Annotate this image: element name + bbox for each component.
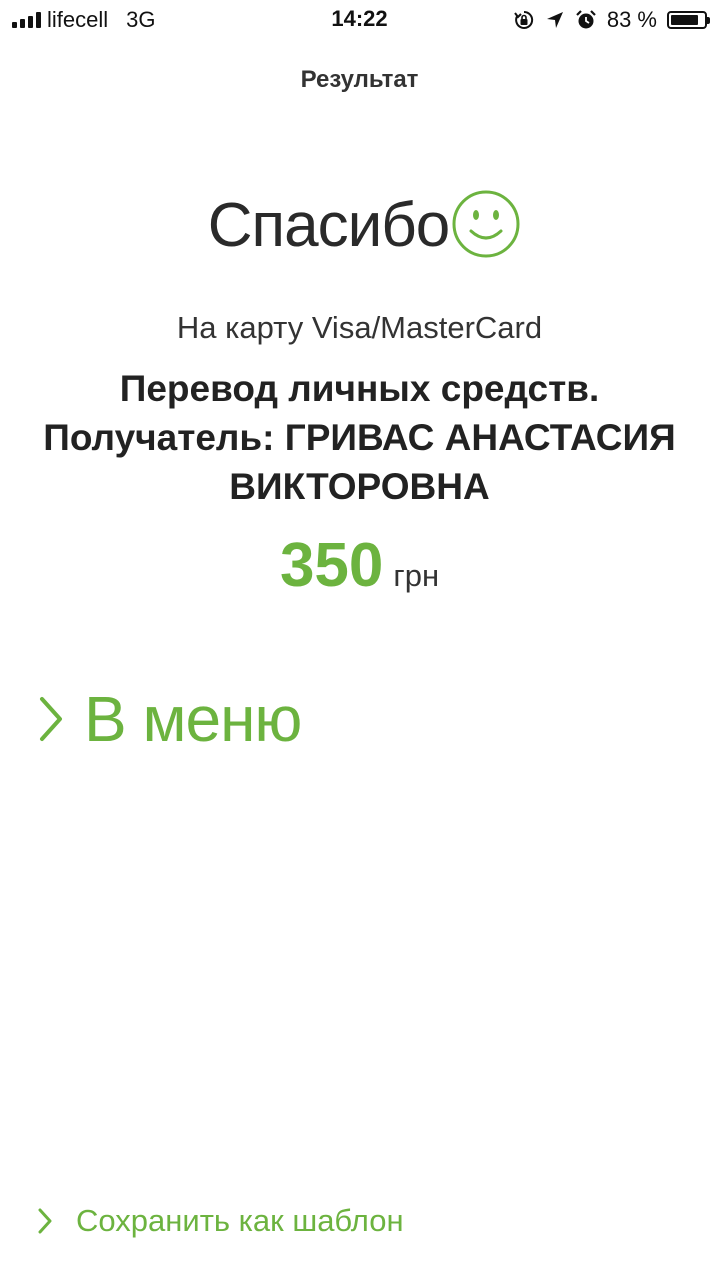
location-arrow-icon [546, 12, 563, 28]
save-template-button[interactable]: Сохранить как шаблон [38, 1203, 404, 1239]
page-title: Результат [300, 66, 419, 93]
status-right: 83 % [513, 6, 710, 34]
menu-label: В меню [84, 683, 302, 755]
status-bar: lifecell 3G 14:22 83 % [0, 0, 719, 40]
menu-button[interactable]: В меню [38, 682, 302, 756]
amount-value: 350 [279, 531, 384, 600]
payment-purpose: Перевод личных средств. Получатель: ГРИВ… [43, 368, 676, 507]
thanks-text: Спасибо [207, 191, 450, 260]
battery-icon [667, 11, 710, 29]
thanks-row: Спасибо [0, 190, 719, 261]
save-template-label: Сохранить как шаблон [76, 1203, 404, 1238]
orientation-lock-icon [514, 10, 533, 29]
smiley-icon [452, 190, 520, 257]
battery-percent: 83 % [606, 7, 657, 32]
alarm-icon [576, 10, 596, 29]
chevron-right-icon [38, 1208, 52, 1234]
payment-target: На карту Visa/MasterCard [176, 310, 543, 345]
battery-fill [671, 15, 698, 25]
amount-row: 350 грн [0, 530, 719, 601]
chevron-right-icon [40, 697, 62, 741]
amount-currency: грн [393, 558, 440, 593]
